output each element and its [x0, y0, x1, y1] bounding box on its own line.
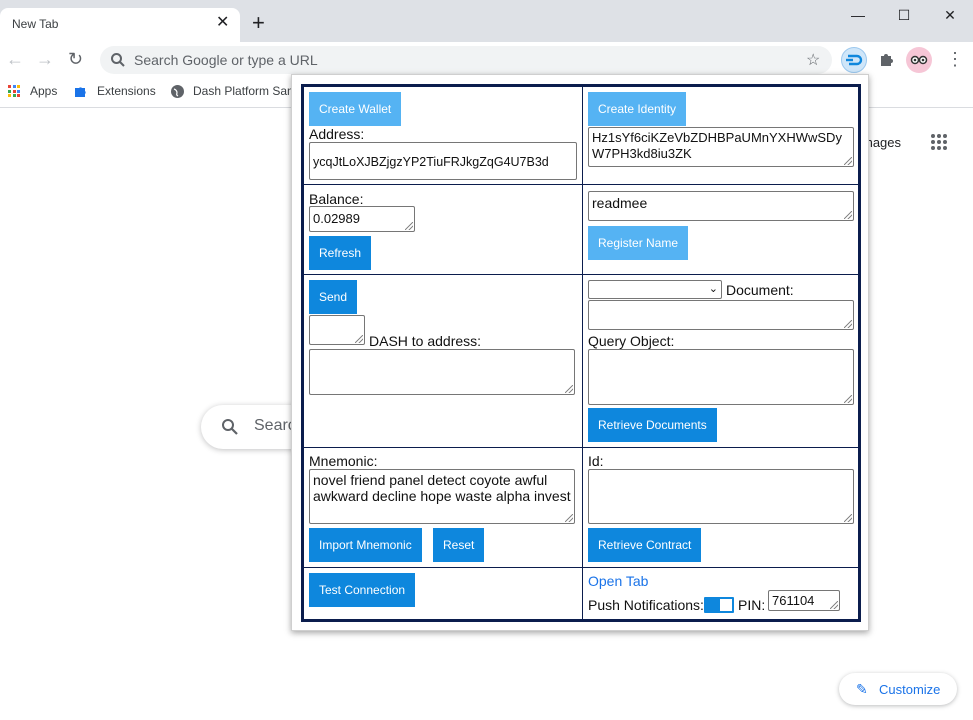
cell-test-connection: Test Connection [303, 567, 583, 620]
balance-field[interactable]: 0.02989 [309, 206, 415, 232]
customize-button[interactable]: ✎ Customize [839, 673, 957, 705]
cell-register-name: readmee Register Name [582, 184, 859, 275]
address-label: Address: [309, 126, 365, 142]
dash-to-address-label: DASH to address: [369, 333, 482, 349]
mnemonic-value: novel friend panel detect coyote awful a… [313, 472, 571, 504]
pencil-icon: ✎ [856, 681, 868, 697]
minimize-icon[interactable]: — [848, 6, 868, 26]
globe-icon [171, 85, 184, 98]
identity-value: Hz1sYf6ciKZeVbZDHBPaUMnYXHWwSDyW7PH3kd8i… [592, 130, 842, 161]
resize-grip[interactable] [830, 601, 838, 609]
document-field[interactable] [588, 300, 854, 330]
popup-table: Create Wallet Address: ycqJtLoXJBZjgzYP2… [301, 84, 861, 622]
register-name-button[interactable]: Register Name [588, 226, 689, 260]
resize-grip[interactable] [844, 157, 852, 165]
id-label: Id: [588, 453, 604, 469]
bookmark-dash-platform[interactable]: Dash Platform Sam [193, 84, 297, 98]
resize-grip[interactable] [844, 211, 852, 219]
pin-value: 761104 [772, 593, 815, 608]
reset-button[interactable]: Reset [433, 528, 485, 562]
refresh-button[interactable]: Refresh [309, 236, 372, 270]
close-window-icon[interactable]: ✕ [940, 6, 960, 26]
tab-title: New Tab [12, 17, 59, 31]
forward-icon[interactable]: → [36, 50, 54, 68]
retrieve-contract-button[interactable]: Retrieve Contract [588, 528, 702, 562]
resize-grip[interactable] [405, 222, 413, 230]
close-tab-icon[interactable]: ✕ [216, 15, 229, 31]
extensions-icon [75, 87, 86, 97]
mnemonic-label: Mnemonic: [309, 453, 378, 469]
to-address-field[interactable] [309, 349, 575, 395]
name-field[interactable]: readmee [588, 191, 854, 221]
resize-grip[interactable] [565, 385, 573, 393]
toggle-knob [720, 599, 732, 611]
balance-value: 0.02989 [313, 211, 360, 226]
bookmark-extensions[interactable]: Extensions [97, 84, 156, 98]
resize-grip[interactable] [565, 514, 573, 522]
cell-contract: Id: Retrieve Contract [582, 447, 859, 568]
cell-mnemonic: Mnemonic: novel friend panel detect coyo… [303, 447, 583, 568]
customize-label: Customize [879, 682, 941, 697]
back-icon[interactable]: ← [6, 50, 24, 68]
chevron-down-icon: ⌄ [708, 283, 718, 295]
cell-settings: Open Tab Push Notifications: PIN: 761104 [582, 567, 859, 620]
address-field[interactable]: ycqJtLoXJBZjgzYP2TiuFRJkgZqG4U7B3d [309, 142, 577, 180]
google-search-placeholder: Searc [254, 417, 296, 434]
resize-grip[interactable] [844, 514, 852, 522]
reload-icon[interactable]: ↻ [68, 50, 83, 68]
search-icon [222, 419, 238, 435]
dash-extension-popup: Create Wallet Address: ycqJtLoXJBZjgzYP2… [291, 74, 869, 631]
name-value: readmee [592, 195, 648, 211]
identity-field[interactable]: Hz1sYf6ciKZeVbZDHBPaUMnYXHWwSDyW7PH3kd8i… [588, 127, 854, 167]
send-button[interactable]: Send [309, 280, 358, 314]
bookmark-apps[interactable]: Apps [30, 84, 57, 98]
new-tab-button[interactable]: + [252, 12, 265, 34]
contract-select[interactable]: ⌄ [588, 280, 722, 299]
cell-identity: Create Identity Hz1sYf6ciKZeVbZDHBPaUMnY… [582, 86, 859, 185]
star-icon[interactable]: ☆ [806, 50, 820, 70]
tab-new-tab[interactable]: New Tab ✕ [0, 8, 240, 42]
id-field[interactable] [588, 469, 854, 524]
search-icon [111, 53, 125, 67]
create-identity-button[interactable]: Create Identity [588, 92, 687, 126]
pin-field[interactable]: 761104 [768, 590, 840, 611]
apps-icon [8, 85, 20, 97]
resize-grip[interactable] [844, 395, 852, 403]
push-notifications-label: Push Notifications: [588, 597, 704, 613]
avatar-icon[interactable] [906, 47, 932, 73]
retrieve-documents-button[interactable]: Retrieve Documents [588, 408, 717, 442]
dash-extension-icon[interactable] [841, 47, 867, 73]
resize-grip[interactable] [844, 320, 852, 328]
cell-balance: Balance: 0.02989 Refresh [303, 184, 583, 275]
omnibox-placeholder: Search Google or type a URL [134, 52, 318, 68]
open-tab-link[interactable]: Open Tab [588, 573, 648, 589]
resize-grip[interactable] [355, 335, 363, 343]
omnibox[interactable]: Search Google or type a URL ☆ [100, 46, 832, 74]
mnemonic-field[interactable]: novel friend panel detect coyote awful a… [309, 469, 575, 524]
maximize-icon[interactable]: ☐ [894, 6, 914, 26]
document-label: Document: [726, 282, 794, 298]
balance-label: Balance: [309, 191, 364, 207]
cell-send: Send DASH to address: [303, 274, 583, 448]
browser-toolbar: ← → ↻ Search Google or type a URL ☆ ⋮ [0, 42, 973, 78]
query-object-label: Query Object: [588, 333, 675, 349]
puzzle-icon[interactable] [873, 47, 899, 73]
cell-wallet: Create Wallet Address: ycqJtLoXJBZjgzYP2… [303, 86, 583, 185]
import-mnemonic-button[interactable]: Import Mnemonic [309, 528, 422, 562]
query-object-field[interactable] [588, 349, 854, 405]
create-wallet-button[interactable]: Create Wallet [309, 92, 402, 126]
test-connection-button[interactable]: Test Connection [309, 573, 416, 607]
pin-label: PIN: [738, 597, 766, 613]
apps-launcher-icon[interactable] [931, 134, 947, 150]
tab-strip: New Tab ✕ + — ☐ ✕ [0, 0, 973, 42]
amount-field[interactable] [309, 315, 365, 345]
push-notifications-toggle[interactable] [704, 597, 734, 613]
cell-documents: ⌄ Document: Query Object: Retrieve Docum… [582, 274, 859, 448]
menu-icon[interactable]: ⋮ [946, 50, 964, 68]
